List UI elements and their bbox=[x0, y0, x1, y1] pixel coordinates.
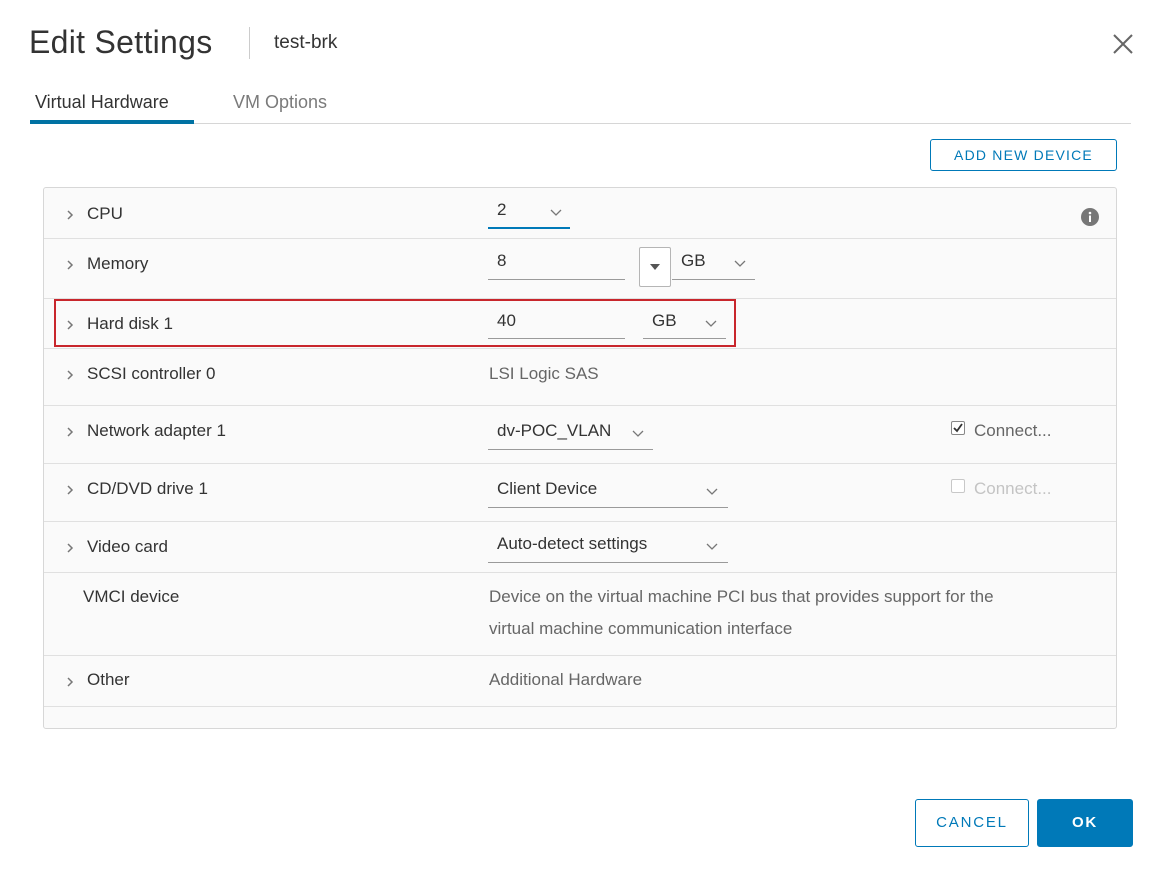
cancel-button[interactable]: CANCEL bbox=[915, 799, 1029, 847]
dialog-title: Edit Settings bbox=[29, 24, 213, 60]
video-select[interactable]: Auto-detect settings bbox=[488, 534, 728, 563]
hard-disk-unit: GB bbox=[652, 311, 677, 330]
cpu-label: CPU bbox=[87, 204, 123, 223]
hard-disk-value: 40 bbox=[497, 311, 516, 330]
row-other: Other Additional Hardware bbox=[44, 656, 1116, 707]
scsi-value: LSI Logic SAS bbox=[489, 364, 599, 383]
chevron-right-icon[interactable] bbox=[64, 319, 76, 331]
network-connect-label: Connect... bbox=[974, 421, 1052, 440]
cddvd-connect-checkbox[interactable] bbox=[951, 479, 965, 493]
cpu-value: 2 bbox=[497, 200, 507, 219]
chevron-down-icon bbox=[632, 430, 644, 437]
title-separator bbox=[249, 27, 250, 59]
chevron-down-icon bbox=[734, 260, 746, 267]
hardware-panel: CPU 2 Memory 8 GB Hard disk 1 40 GB SCSI… bbox=[43, 187, 1117, 729]
cddvd-connect-label: Connect... bbox=[974, 479, 1052, 498]
chevron-right-icon[interactable] bbox=[64, 209, 76, 221]
tab-virtual-hardware[interactable]: Virtual Hardware bbox=[30, 88, 194, 124]
memory-unit: GB bbox=[681, 251, 706, 270]
row-memory: Memory 8 GB bbox=[44, 239, 1116, 299]
close-icon bbox=[1113, 34, 1133, 54]
row-network-adapter: Network adapter 1 dv-POC_VLAN Connect... bbox=[44, 406, 1116, 464]
chevron-right-icon[interactable] bbox=[64, 259, 76, 271]
row-vmci-device: VMCI device Device on the virtual machin… bbox=[44, 573, 1116, 656]
other-value: Additional Hardware bbox=[489, 670, 643, 689]
network-label: Network adapter 1 bbox=[87, 421, 226, 440]
tab-vm-options[interactable]: VM Options bbox=[233, 88, 353, 124]
memory-label: Memory bbox=[87, 254, 149, 273]
memory-input[interactable]: 8 bbox=[488, 251, 625, 280]
chevron-right-icon[interactable] bbox=[64, 676, 76, 688]
hard-disk-input[interactable]: 40 bbox=[488, 311, 625, 339]
chevron-down-icon bbox=[706, 488, 718, 495]
close-button[interactable] bbox=[1110, 31, 1136, 57]
chevron-down-icon bbox=[706, 543, 718, 550]
hard-disk-label: Hard disk 1 bbox=[87, 314, 173, 333]
network-value: dv-POC_VLAN bbox=[497, 421, 612, 440]
chevron-down-icon bbox=[550, 209, 562, 216]
info-icon[interactable] bbox=[1080, 207, 1100, 227]
memory-stepper-button[interactable] bbox=[639, 247, 671, 287]
vmci-description-line1: Device on the virtual machine PCI bus th… bbox=[489, 587, 994, 606]
hard-disk-unit-select[interactable]: GB bbox=[643, 311, 726, 339]
row-cd-dvd-drive: CD/DVD drive 1 Client Device Connect... bbox=[44, 464, 1116, 522]
row-scsi-controller: SCSI controller 0 LSI Logic SAS bbox=[44, 349, 1116, 406]
network-select[interactable]: dv-POC_VLAN bbox=[488, 421, 653, 450]
caret-down-icon bbox=[650, 264, 660, 270]
video-label: Video card bbox=[87, 537, 168, 556]
chevron-right-icon[interactable] bbox=[64, 426, 76, 438]
network-connect-checkbox[interactable] bbox=[951, 421, 965, 435]
add-new-device-button[interactable]: ADD NEW DEVICE bbox=[930, 139, 1117, 171]
cddvd-value: Client Device bbox=[497, 479, 598, 498]
chevron-right-icon[interactable] bbox=[64, 542, 76, 554]
chevron-right-icon[interactable] bbox=[64, 369, 76, 381]
ok-button[interactable]: OK bbox=[1037, 799, 1133, 847]
cddvd-select[interactable]: Client Device bbox=[488, 479, 728, 508]
vmci-label: VMCI device bbox=[83, 587, 180, 606]
other-label: Other bbox=[87, 670, 130, 689]
chevron-down-icon bbox=[705, 320, 717, 327]
scsi-label: SCSI controller 0 bbox=[87, 364, 216, 383]
row-hard-disk: Hard disk 1 40 GB bbox=[44, 299, 1116, 349]
cddvd-label: CD/DVD drive 1 bbox=[87, 479, 208, 498]
vm-name: test-brk bbox=[274, 32, 338, 53]
chevron-right-icon[interactable] bbox=[64, 484, 76, 496]
checkmark-icon bbox=[953, 423, 963, 433]
video-value: Auto-detect settings bbox=[497, 534, 648, 553]
memory-value: 8 bbox=[497, 251, 507, 270]
memory-unit-select[interactable]: GB bbox=[672, 251, 755, 280]
vmci-description-line2: virtual machine communication interface bbox=[489, 619, 793, 638]
tab-bar: Virtual Hardware VM Options bbox=[30, 88, 1131, 124]
row-video-card: Video card Auto-detect settings bbox=[44, 522, 1116, 573]
cpu-select[interactable]: 2 bbox=[488, 200, 570, 229]
row-cpu: CPU 2 bbox=[44, 188, 1116, 239]
